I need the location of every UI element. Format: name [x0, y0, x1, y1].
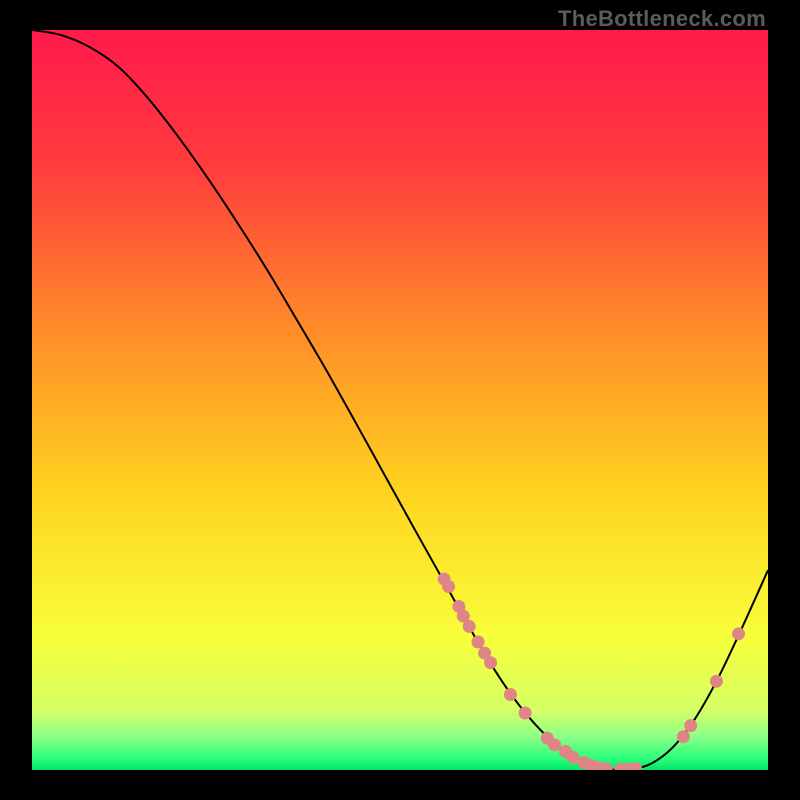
highlight-dot — [519, 707, 532, 720]
bottleneck-chart — [32, 30, 768, 770]
highlight-dot — [684, 719, 697, 732]
chart-stage: TheBottleneck.com — [0, 0, 800, 800]
watermark-text: TheBottleneck.com — [558, 6, 766, 32]
highlight-dot — [472, 635, 485, 648]
highlight-dot — [548, 738, 561, 751]
highlight-dot — [442, 580, 455, 593]
plot-background — [32, 30, 768, 770]
highlight-dot — [710, 675, 723, 688]
highlight-dot — [463, 620, 476, 633]
highlight-dot — [484, 656, 497, 669]
highlight-dot — [677, 730, 690, 743]
highlight-dot — [566, 751, 579, 764]
highlight-dot — [732, 627, 745, 640]
highlight-dot — [504, 688, 517, 701]
